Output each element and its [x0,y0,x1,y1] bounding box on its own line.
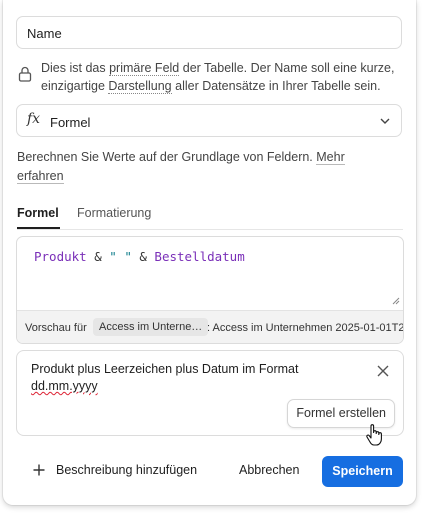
preview-bar: Vorschau für Access im Unterne… : Access… [17,310,404,343]
formula-description: Berechnen Sie Werte auf der Grundlage vo… [17,150,345,184]
preview-label: Vorschau für [25,322,87,334]
field-config-panel: Name Dies ist das primäre Feld der Tabel… [3,0,416,505]
save-button[interactable]: Speichern [322,456,403,487]
field-type-select[interactable]: fx Formel [16,104,402,137]
field-type-label: Formel [50,115,91,130]
tab-formula[interactable]: Formel [17,206,59,220]
field-name-value: Name [27,26,62,41]
field-name-input[interactable]: Name [16,16,402,49]
lock-icon [18,66,32,82]
preview-value: : Access im Unternehmen 2025-01-01T2 [207,322,404,334]
ai-prompt-text[interactable]: Produkt plus Leerzeichen plus Datum im F… [31,361,331,395]
function-icon: fx [27,111,41,127]
tab-divider [17,229,403,230]
add-description-button[interactable]: Beschreibung hinzufügen [32,463,197,477]
ai-formula-prompt[interactable]: Produkt plus Leerzeichen plus Datum im F… [16,350,404,436]
resize-handle-icon[interactable] [392,297,400,305]
hand-cursor-icon [366,424,382,446]
tab-formatting[interactable]: Formatierung [77,206,151,220]
formula-editor[interactable]: Produkt & " " & Bestelldatum Vorschau fü… [16,236,404,344]
cancel-button[interactable]: Abbrechen [239,463,299,477]
formula-code[interactable]: Produkt & " " & Bestelldatum [34,249,245,264]
close-icon[interactable] [377,365,389,377]
preview-record-selector[interactable]: Access im Unterne… [93,318,209,336]
primary-field-info: Dies ist das primäre Feld der Tabelle. D… [41,61,395,94]
chevron-down-icon [380,118,390,124]
